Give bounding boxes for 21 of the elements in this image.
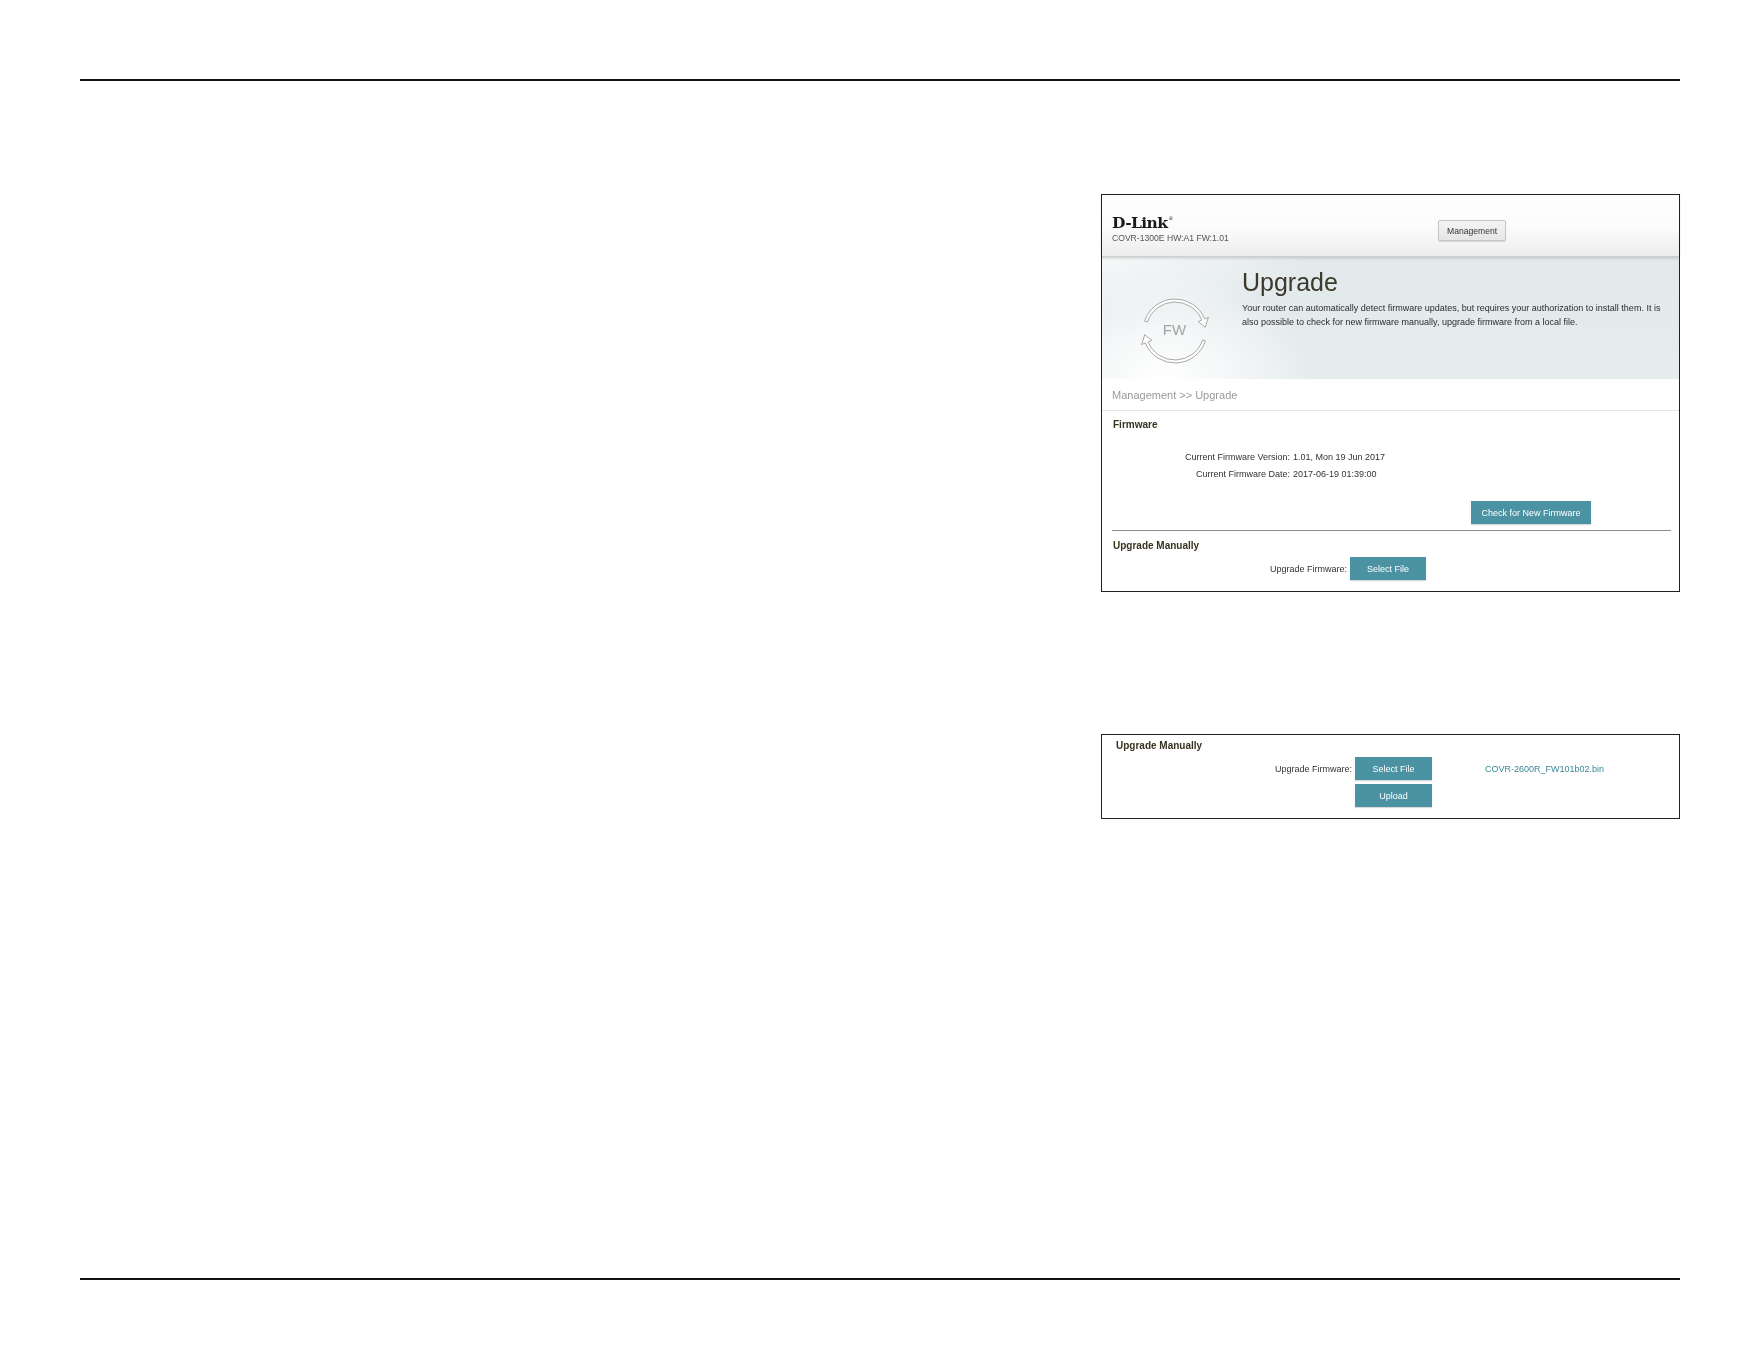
select-file-button[interactable]: Select File <box>1355 757 1432 780</box>
model-info: COVR-1300E HW:A1 FW:1.01 <box>1112 232 1229 244</box>
section-heading: Upgrade Manually <box>1113 539 1200 552</box>
field-label: Current Firmware Date: <box>1194 468 1290 481</box>
brand-logo: D-Link$^{®}$ <box>1112 211 1173 231</box>
upload-button[interactable]: Upload <box>1355 784 1432 807</box>
section-heading: Firmware <box>1113 418 1158 431</box>
page-description: Your router can automatically detect firmware updates, but requires your authorization to install them. It is also possible to check for new firmware manually, upgrade firmware from a local file. <box>1242 302 1662 329</box>
file-name: COVR-2600R_FW101b02.bin <box>1485 763 1605 774</box>
select-file-button[interactable]: Select File <box>1350 557 1426 580</box>
field-value: 1.01, Mon 19 Jun 2017 <box>1293 451 1386 464</box>
field-value: 2017-06-19 01:39:00 <box>1293 468 1378 481</box>
field-label: Upgrade Firmware: <box>1273 763 1352 774</box>
breadcrumb: Management >> Upgrade <box>1112 389 1238 401</box>
check-firmware-button[interactable]: Check for New Firmware <box>1471 501 1591 524</box>
fw-label: FW <box>1161 321 1188 339</box>
section-heading: Upgrade Manually <box>1116 739 1203 752</box>
field-label: Upgrade Firmware: <box>1268 563 1347 574</box>
field-label: Current Firmware Version: <box>1183 451 1290 464</box>
nav-tab[interactable]: Management <box>1438 220 1507 241</box>
page-title: Upgrade <box>1242 268 1338 297</box>
